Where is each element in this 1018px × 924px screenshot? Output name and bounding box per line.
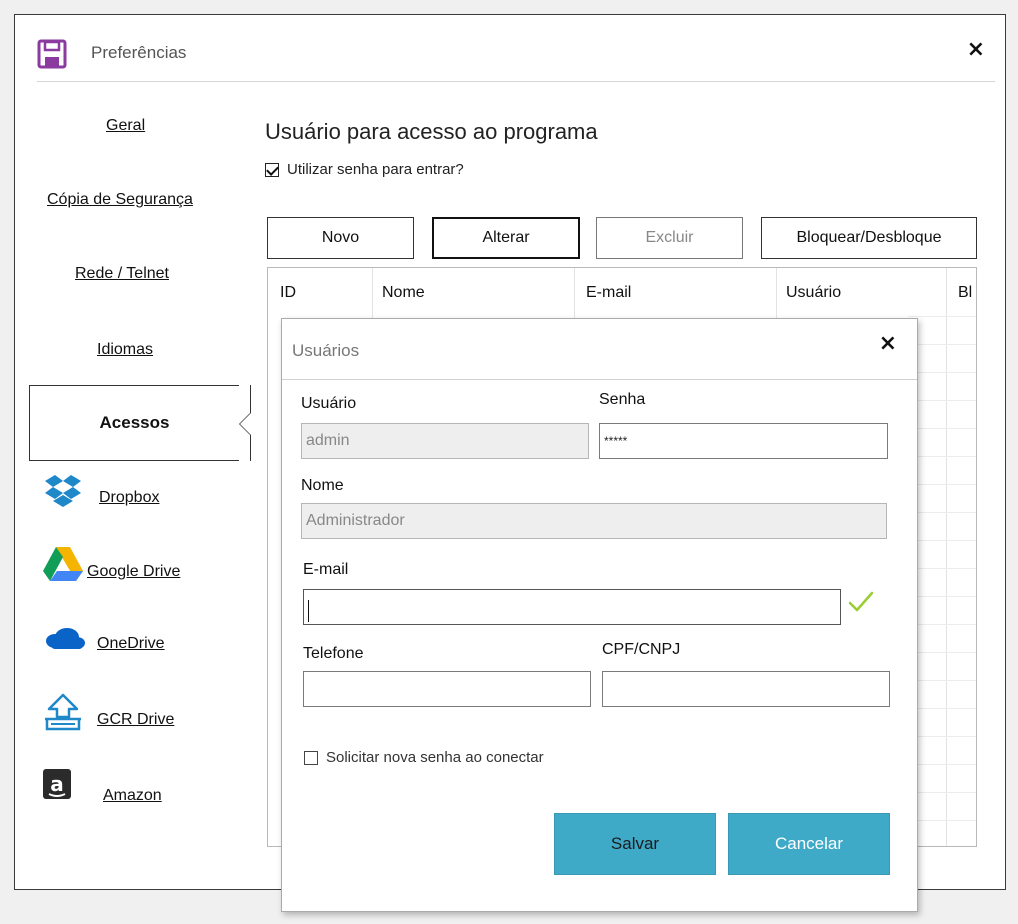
new-button[interactable]: Novo	[267, 217, 414, 259]
name-label: Nome	[301, 477, 344, 494]
name-field[interactable]	[301, 503, 887, 539]
sidebar-item-gcr-drive[interactable]: GCR Drive	[97, 711, 174, 729]
request-new-password-label: Solicitar nova senha ao conectar	[326, 749, 544, 766]
sidebar-item-idiomas[interactable]: Idiomas	[97, 341, 153, 359]
sidebar-item-amazon[interactable]: Amazon	[103, 787, 162, 805]
column-header-bloqueado[interactable]: Bl	[958, 284, 972, 302]
column-header-usuario[interactable]: Usuário	[786, 284, 841, 302]
username-label: Usuário	[301, 395, 357, 412]
password-field[interactable]	[599, 423, 888, 459]
dropbox-icon	[45, 475, 81, 507]
cpf-cnpj-field[interactable]	[602, 671, 890, 707]
dialog-divider	[282, 379, 917, 380]
dialog-close-icon[interactable]: ×	[879, 331, 897, 356]
sidebar-item-rede-telnet[interactable]: Rede / Telnet	[75, 265, 169, 283]
onedrive-icon	[46, 628, 85, 649]
title-bar: Preferências ×	[15, 15, 1005, 82]
dialog-title: Usuários	[292, 341, 360, 360]
cpf-cnpj-label: CPF/CNPJ	[602, 641, 681, 658]
title-divider	[37, 81, 995, 82]
use-password-checkbox[interactable]: Utilizar senha para entrar?	[265, 161, 464, 178]
delete-button[interactable]: Excluir	[596, 217, 743, 259]
checkbox-unchecked-icon[interactable]	[304, 750, 318, 765]
phone-label: Telefone	[303, 645, 364, 662]
sidebar-item-onedrive[interactable]: OneDrive	[97, 635, 165, 653]
block-unblock-button[interactable]: Bloquear/Desbloque	[761, 217, 977, 259]
column-header-id[interactable]: ID	[280, 284, 296, 302]
sidebar-item-label: Acessos	[99, 413, 170, 432]
gcr-drive-icon	[45, 693, 81, 731]
edit-button[interactable]: Alterar	[432, 217, 580, 259]
request-new-password-checkbox[interactable]: Solicitar nova senha ao conectar	[304, 749, 544, 766]
column-header-nome[interactable]: Nome	[382, 284, 425, 302]
google-drive-icon	[43, 547, 83, 581]
email-label: E-mail	[303, 561, 349, 578]
section-title: Usuário para acesso ao programa	[265, 119, 598, 144]
svg-text:a: a	[50, 772, 64, 796]
users-dialog: Usuários × Usuário Senha Nome E-mail Tel…	[281, 318, 918, 912]
save-icon	[37, 39, 67, 69]
amazon-icon: a	[43, 769, 71, 799]
phone-field[interactable]	[303, 671, 591, 707]
use-password-label: Utilizar senha para entrar?	[287, 161, 464, 178]
email-field[interactable]	[303, 589, 841, 625]
sidebar-item-dropbox[interactable]: Dropbox	[99, 489, 159, 507]
cancel-button[interactable]: Cancelar	[728, 813, 890, 875]
window-title: Preferências	[91, 43, 187, 62]
text-cursor	[308, 600, 309, 622]
sidebar-item-copia-seguranca[interactable]: Cópia de Segurança	[47, 191, 193, 209]
column-header-email[interactable]: E-mail	[586, 284, 631, 302]
password-label: Senha	[599, 391, 646, 408]
sidebar-item-google-drive[interactable]: Google Drive	[87, 563, 180, 581]
sidebar-item-geral[interactable]: Geral	[106, 117, 145, 135]
check-ok-icon	[848, 591, 874, 612]
sidebar-item-acessos[interactable]: Acessos	[29, 385, 251, 461]
username-field[interactable]	[301, 423, 589, 459]
save-button[interactable]: Salvar	[554, 813, 716, 875]
checkbox-checked-icon[interactable]	[265, 162, 279, 177]
close-icon[interactable]: ×	[967, 37, 985, 62]
